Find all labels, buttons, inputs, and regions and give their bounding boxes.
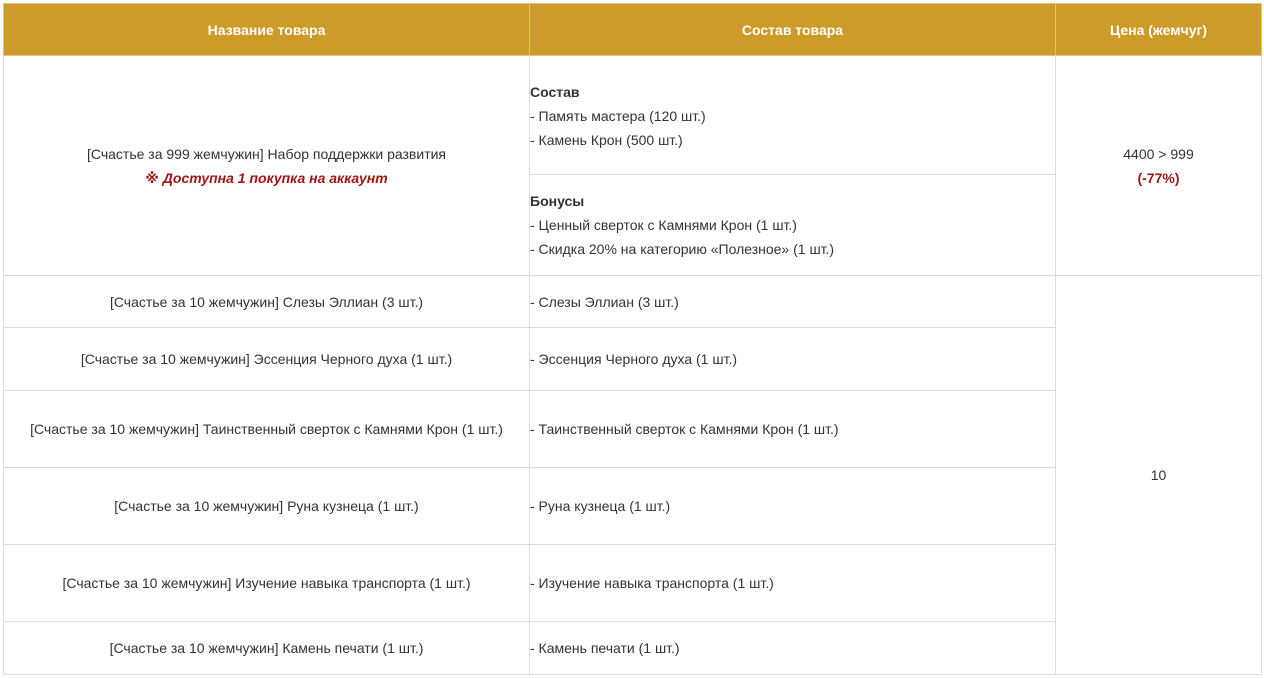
bundle-content-item: - Память мастера (120 шт.)	[530, 108, 706, 124]
bundle-bonus-cell: Бонусы - Ценный сверток с Камнями Крон (…	[529, 174, 1056, 276]
bundle-price: 4400 > 999	[1123, 145, 1194, 162]
table-header-row: Название товара Состав товара Цена (жемч…	[3, 3, 1262, 56]
item-name: [Счастье за 10 жемчужин] Камень печати (…	[3, 621, 530, 675]
item-composition: - Эссенция Черного духа (1 шт.)	[529, 327, 1056, 391]
bundle-name-cell: [Счастье за 999 жемчужин] Набор поддержк…	[3, 55, 530, 276]
header-composition: Состав товара	[529, 3, 1056, 56]
bundle-bonus-title: Бонусы	[530, 193, 585, 209]
item-name: [Счастье за 10 жемчужин] Таинственный св…	[3, 390, 530, 468]
item-name: [Счастье за 10 жемчужин] Изучение навыка…	[3, 544, 530, 622]
bundle-bonus-item: - Скидка 20% на категорию «Полезное» (1 …	[530, 241, 835, 257]
table-row: [Счастье за 10 жемчужин] Слезы Эллиан (3…	[3, 275, 1262, 675]
bundle-bonus-item: - Ценный сверток с Камнями Крон (1 шт.)	[530, 217, 797, 233]
bundle-name: [Счастье за 999 жемчужин] Набор поддержк…	[86, 145, 447, 162]
bundle-contents-title: Состав	[530, 84, 580, 100]
bundle-discount: (-77%)	[1137, 169, 1180, 186]
header-price: Цена (жемчуг)	[1055, 3, 1262, 56]
item-composition: - Таинственный сверток с Камнями Крон (1…	[529, 390, 1056, 468]
item-name: [Счастье за 10 жемчужин] Эссенция Черног…	[3, 327, 530, 391]
product-table: Название товара Состав товара Цена (жемч…	[3, 3, 1262, 675]
table-row-bundle: [Счастье за 999 жемчужин] Набор поддержк…	[3, 55, 1262, 276]
items-price-cell: 10	[1055, 275, 1262, 675]
bundle-purchase-limit-note: ※ Доступна 1 покупка на аккаунт	[145, 169, 388, 186]
bundle-price-cell: 4400 > 999 (-77%)	[1055, 55, 1262, 276]
header-name: Название товара	[3, 3, 530, 56]
bundle-contents-cell: Состав - Память мастера (120 шт.) - Каме…	[529, 55, 1056, 175]
item-composition: - Слезы Эллиан (3 шт.)	[529, 275, 1056, 328]
item-composition: - Камень печати (1 шт.)	[529, 621, 1056, 675]
item-composition: - Руна кузнеца (1 шт.)	[529, 467, 1056, 545]
item-name: [Счастье за 10 жемчужин] Руна кузнеца (1…	[3, 467, 530, 545]
item-name: [Счастье за 10 жемчужин] Слезы Эллиан (3…	[3, 275, 530, 328]
item-composition: - Изучение навыка транспорта (1 шт.)	[529, 544, 1056, 622]
bundle-content-item: - Камень Крон (500 шт.)	[530, 132, 683, 148]
